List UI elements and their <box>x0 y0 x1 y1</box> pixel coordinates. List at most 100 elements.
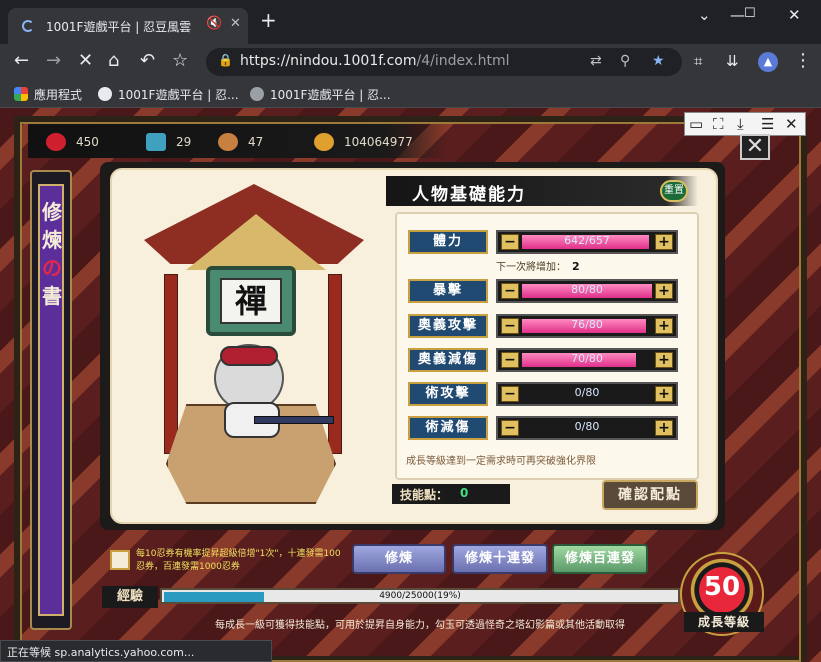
promo-text: 每10忍券有機率提昇超級倍增"1次"，十連發需100忍券，百連發需1000忍券 <box>136 549 341 572</box>
home-button[interactable]: ⌂ <box>108 50 119 72</box>
stat-label: 術減傷 <box>408 416 488 440</box>
limit-note: 成長等級達到一定需求時可再突破強化界限 <box>406 456 596 467</box>
shrine-pillar-right <box>328 274 342 454</box>
info-text: 每成長一級可獲得技能點，可用於提昇自身能力，勾玉可透過怪奇之塔幻影篇或其他活動取… <box>215 620 625 631</box>
address-bar[interactable]: 🔒 https://nindou.1001f.com/4/index.html … <box>206 48 682 76</box>
stat-track: − 0/80 + <box>496 382 678 406</box>
tab-bar: 1001F遊戲平台 | 忍豆風雲 🔇 ✕ + ⌄ — ☐ ✕ <box>0 0 821 44</box>
shrine-sign: 禪 <box>206 266 296 336</box>
site-favicon-icon <box>98 87 112 101</box>
xp-text: 4900/25000(19%) <box>379 591 461 601</box>
panel-content: 禪 人物基礎能力 重置 體力 − 642/657 + 下一次將增加： 2 暴擊 − <box>0 108 821 662</box>
confirm-allocation-button[interactable]: 確認配點 <box>602 480 698 510</box>
mute-icon[interactable]: 🔇 <box>206 16 222 31</box>
next-increase: 下一次將增加： 2 <box>496 258 580 273</box>
stat-label: 體力 <box>408 230 488 254</box>
bookmark-apps[interactable]: 應用程式 <box>14 86 82 103</box>
bookmark-star-icon[interactable]: ☆ <box>172 50 188 72</box>
increase-button[interactable]: + <box>655 352 673 368</box>
url-text: https://nindou.1001f.com/4/index.html <box>240 53 510 69</box>
stat-value: 642/657 <box>564 234 610 247</box>
decrease-button[interactable]: − <box>501 234 519 250</box>
new-tab-button[interactable]: + <box>260 10 277 30</box>
apps-grid-icon <box>14 87 28 101</box>
loading-spinner-icon <box>22 20 34 32</box>
zoom-icon[interactable]: ⚲ <box>620 53 630 69</box>
character-goggles <box>220 346 278 366</box>
xp-label: 經驗 <box>102 586 158 608</box>
stat-value: 80/80 <box>571 283 603 296</box>
close-window-button[interactable]: ✕ <box>788 6 801 24</box>
stat-row-ult-attack: 奧義攻擊 − 76/80 + <box>408 314 680 338</box>
stat-value: 0/80 <box>574 420 600 433</box>
next-increase-label: 下一次將增加： <box>496 262 566 273</box>
decrease-button[interactable]: − <box>501 318 519 334</box>
decrease-button[interactable]: − <box>501 352 519 368</box>
bookmark-1001f-1[interactable]: 1001F遊戲平台 | 忍... <box>98 86 239 103</box>
skill-points-value: 0 <box>460 486 469 500</box>
skill-points: 技能點： 0 <box>392 484 510 504</box>
bookmarks-bar: 應用程式 1001F遊戲平台 | 忍... 1001F遊戲平台 | 忍... <box>0 80 821 108</box>
stat-row-stamina: 體力 − 642/657 + <box>408 230 680 254</box>
increase-button[interactable]: + <box>655 318 673 334</box>
stat-track: − 0/80 + <box>496 416 678 440</box>
menu-icon[interactable]: ⋮ <box>794 50 812 72</box>
stat-track: − 70/80 + <box>496 348 678 372</box>
stat-track: − 76/80 + <box>496 314 678 338</box>
globe-icon <box>250 87 264 101</box>
bookmark-1001f-2[interactable]: 1001F遊戲平台 | 忍... <box>250 86 391 103</box>
extension-icon[interactable]: ⇊ <box>726 50 739 72</box>
sword-icon <box>254 416 334 424</box>
increase-button[interactable]: + <box>655 283 673 299</box>
reset-button[interactable]: 重置 <box>660 180 688 202</box>
starred-icon[interactable]: ★ <box>652 53 665 69</box>
stat-track: − 80/80 + <box>496 279 678 303</box>
stat-track: − 642/657 + <box>496 230 678 254</box>
stat-value: 70/80 <box>571 352 603 365</box>
shrine-pillar-left <box>164 274 178 454</box>
undo-icon[interactable]: ↶ <box>140 50 155 72</box>
train-button[interactable]: 修煉 <box>352 544 446 574</box>
stat-label: 暴擊 <box>408 279 488 303</box>
increase-button[interactable]: + <box>655 420 673 436</box>
stat-row-crit: 暴擊 − 80/80 + <box>408 279 680 303</box>
train-x10-button[interactable]: 修煉十連發 <box>452 544 548 574</box>
browser-toolbar: ← → ✕ ⌂ ↶ ☆ 🔒 https://nindou.1001f.com/4… <box>0 44 821 80</box>
stat-label: 奧義攻擊 <box>408 314 488 338</box>
stat-label: 奧義減傷 <box>408 348 488 372</box>
maximize-button[interactable]: ☐ <box>744 6 756 21</box>
promo-checkbox[interactable] <box>110 550 130 570</box>
skill-points-label: 技能點： <box>400 488 449 502</box>
train-x100-button[interactable]: 修煉百連發 <box>552 544 648 574</box>
next-increase-value: 2 <box>572 260 580 273</box>
status-bar: 正在等候 sp.analytics.yahoo.com... <box>0 640 272 662</box>
chevron-down-icon[interactable]: ⌄ <box>698 6 711 24</box>
lock-icon: 🔒 <box>218 53 233 67</box>
decrease-button[interactable]: − <box>501 386 519 402</box>
profile-avatar[interactable]: ▲ <box>758 52 778 72</box>
stat-row-ult-defense: 奧義減傷 − 70/80 + <box>408 348 680 372</box>
stop-button[interactable]: ✕ <box>78 50 93 72</box>
decrease-button[interactable]: − <box>501 283 519 299</box>
browser-tab[interactable]: 1001F遊戲平台 | 忍豆風雲 🔇 ✕ <box>8 8 248 44</box>
translate-icon[interactable]: ⇄ <box>590 53 602 69</box>
status-text: 正在等候 sp.analytics.yahoo.com... <box>7 646 195 659</box>
stat-row-skill-attack: 術攻擊 − 0/80 + <box>408 382 680 406</box>
stat-label: 術攻擊 <box>408 382 488 406</box>
level-label: 成長等級 <box>684 612 764 632</box>
stat-value: 0/80 <box>574 386 600 399</box>
tab-title: 1001F遊戲平台 | 忍豆風雲 <box>46 20 192 34</box>
stats-title-bar: 人物基礎能力 <box>386 176 698 206</box>
increase-button[interactable]: + <box>655 234 673 250</box>
crop-icon[interactable]: ⌗ <box>694 50 702 72</box>
stat-row-skill-defense: 術減傷 − 0/80 + <box>408 416 680 440</box>
forward-button[interactable]: → <box>46 50 61 72</box>
minimize-button[interactable]: — <box>730 6 745 24</box>
back-button[interactable]: ← <box>14 50 29 72</box>
shrine-sign-text: 禪 <box>220 278 282 324</box>
xp-bar: 4900/25000(19%) <box>160 588 680 604</box>
stat-value: 76/80 <box>571 318 603 331</box>
decrease-button[interactable]: − <box>501 420 519 436</box>
close-tab-icon[interactable]: ✕ <box>230 16 241 31</box>
increase-button[interactable]: + <box>655 386 673 402</box>
